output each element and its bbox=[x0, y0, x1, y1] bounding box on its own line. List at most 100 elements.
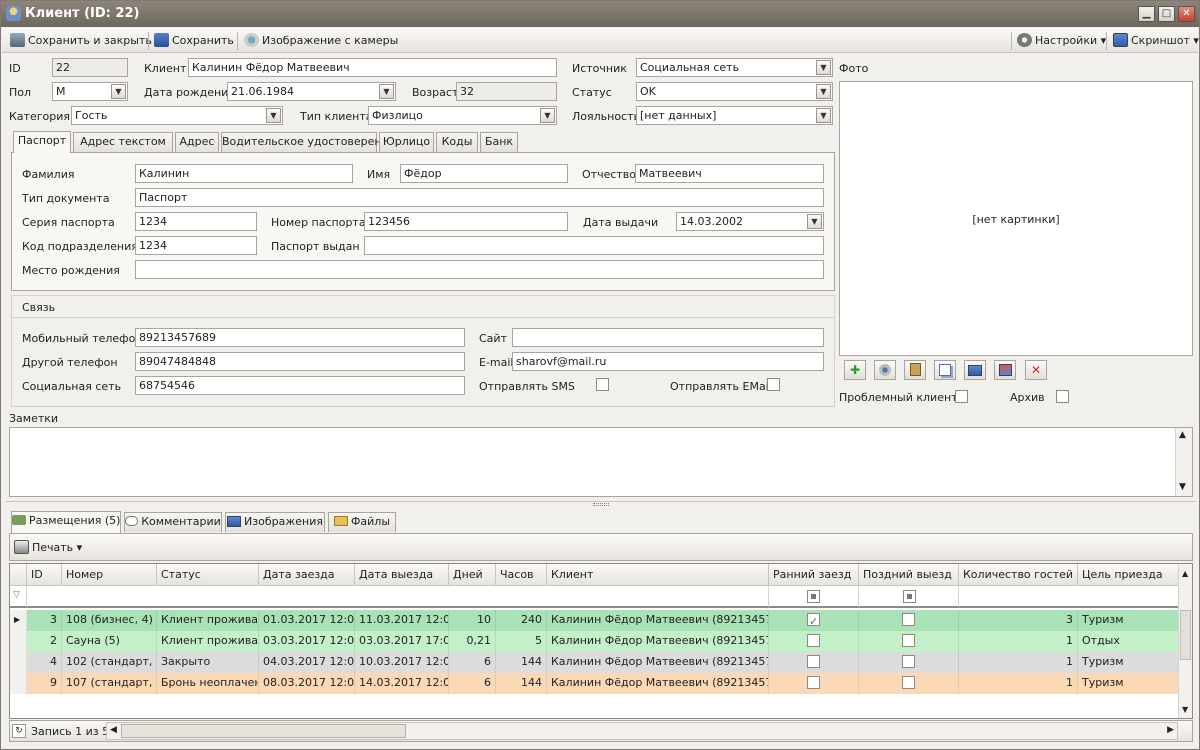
splitter-handle[interactable] bbox=[593, 503, 609, 506]
window-capture-button[interactable] bbox=[994, 360, 1016, 380]
cell-late[interactable] bbox=[859, 610, 959, 631]
surname-field[interactable]: Калинин bbox=[135, 164, 353, 183]
email-field[interactable]: sharovf@mail.ru bbox=[512, 352, 824, 371]
scroll-up-icon[interactable]: ▲ bbox=[1182, 569, 1188, 578]
tab-files[interactable]: Файлы bbox=[328, 512, 396, 532]
send-sms-checkbox[interactable] bbox=[596, 378, 609, 391]
tab-address[interactable]: Адрес bbox=[175, 132, 219, 152]
scroll-thumb[interactable] bbox=[1180, 610, 1191, 660]
problem-client-checkbox[interactable] bbox=[955, 390, 968, 403]
table-row[interactable]: 2Сауна (5)Клиент проживает03.03.2017 12:… bbox=[10, 631, 1180, 652]
cell-late[interactable] bbox=[859, 652, 959, 673]
screenshot-photo-button[interactable] bbox=[964, 360, 986, 380]
filter-cells[interactable] bbox=[27, 586, 769, 608]
tab-drivers-license[interactable]: Водительское удостоверение bbox=[221, 132, 396, 152]
scroll-right-icon[interactable]: ▶ bbox=[1167, 725, 1174, 735]
notes-textarea[interactable]: ▲ ▼ bbox=[9, 427, 1193, 497]
row-indicator[interactable] bbox=[10, 631, 27, 652]
copy-photo-button[interactable] bbox=[934, 360, 956, 380]
close-button[interactable]: ✕ bbox=[1178, 6, 1195, 22]
status-select[interactable]: OK ▼ bbox=[636, 82, 833, 101]
scroll-down-icon[interactable]: ▼ bbox=[1182, 705, 1188, 714]
scroll-up-icon[interactable]: ▲ bbox=[1179, 430, 1186, 440]
category-select[interactable]: Гость ▼ bbox=[71, 106, 283, 125]
col-header-early[interactable]: Ранний заезд bbox=[769, 564, 859, 586]
refresh-icon[interactable]: ↻ bbox=[12, 724, 26, 738]
birthdate-field[interactable]: 21.06.1984 ▼ bbox=[227, 82, 396, 101]
chevron-down-icon[interactable]: ▼ bbox=[379, 84, 394, 99]
name-field[interactable]: Фёдор bbox=[400, 164, 568, 183]
save-close-button[interactable]: Сохранить и закрыть bbox=[10, 32, 152, 49]
scroll-left-icon[interactable]: ◀ bbox=[110, 725, 117, 735]
cell-early[interactable] bbox=[769, 652, 859, 673]
other-phone-field[interactable]: 89047484848 bbox=[135, 352, 465, 371]
col-header-hours[interactable]: Часов bbox=[496, 564, 547, 586]
site-field[interactable] bbox=[512, 328, 824, 347]
cell-early[interactable] bbox=[769, 610, 859, 631]
camera-photo-button[interactable] bbox=[874, 360, 896, 380]
table-row[interactable]: 4102 (стандарт, 1)Закрыто04.03.2017 12:0… bbox=[10, 652, 1180, 673]
cell-late-checkbox[interactable] bbox=[902, 655, 915, 668]
row-indicator[interactable] bbox=[10, 673, 27, 694]
chevron-down-icon[interactable]: ▼ bbox=[816, 108, 831, 123]
add-photo-button[interactable]: ✚ bbox=[844, 360, 866, 380]
filter-early-checkbox[interactable] bbox=[807, 590, 820, 603]
age-field[interactable]: 32 bbox=[456, 82, 557, 101]
notes-scrollbar[interactable]: ▲ ▼ bbox=[1175, 428, 1192, 496]
chevron-down-icon[interactable]: ▼ bbox=[266, 108, 281, 123]
col-header-client[interactable]: Клиент bbox=[547, 564, 769, 586]
birthplace-field[interactable] bbox=[135, 260, 824, 279]
tab-images[interactable]: Изображения bbox=[225, 512, 325, 532]
paste-photo-button[interactable] bbox=[904, 360, 926, 380]
col-header-guests[interactable]: Количество гостей bbox=[959, 564, 1078, 586]
series-field[interactable]: 1234 bbox=[135, 212, 257, 231]
issue-date-field[interactable]: 14.03.2002 ▼ bbox=[676, 212, 824, 231]
filter-late-checkbox[interactable] bbox=[903, 590, 916, 603]
chevron-down-icon[interactable]: ▼ bbox=[111, 84, 126, 99]
cell-late-checkbox[interactable] bbox=[902, 634, 915, 647]
col-header-room[interactable]: Номер bbox=[62, 564, 157, 586]
tab-address-text[interactable]: Адрес текстом bbox=[73, 132, 173, 152]
col-header-checkout[interactable]: Дата выезда bbox=[355, 564, 449, 586]
print-button[interactable]: Печать ▾ bbox=[14, 539, 82, 556]
col-header-status[interactable]: Статус bbox=[157, 564, 259, 586]
col-header-late[interactable]: Поздний выезд bbox=[859, 564, 959, 586]
hscroll-thumb[interactable] bbox=[121, 724, 406, 738]
tab-placements[interactable]: Размещения (5) bbox=[11, 511, 121, 533]
photo-box[interactable]: [нет картинки] bbox=[839, 81, 1193, 356]
number-field[interactable]: 123456 bbox=[364, 212, 568, 231]
title-bar[interactable]: Клиент (ID: 22) ▁ □ ✕ bbox=[1, 1, 1199, 27]
mobile-field[interactable]: 89213457689 bbox=[135, 328, 465, 347]
loyalty-select[interactable]: [нет данных] ▼ bbox=[636, 106, 833, 125]
doctype-field[interactable]: Паспорт bbox=[135, 188, 824, 207]
patronymic-field[interactable]: Матвеевич bbox=[635, 164, 824, 183]
tab-codes[interactable]: Коды bbox=[436, 132, 478, 152]
tab-passport[interactable]: Паспорт bbox=[13, 131, 71, 153]
scroll-down-icon[interactable]: ▼ bbox=[1179, 482, 1186, 492]
cell-early-checkbox[interactable] bbox=[807, 676, 820, 689]
cell-early[interactable] bbox=[769, 631, 859, 652]
cell-late-checkbox[interactable] bbox=[902, 676, 915, 689]
grid-vertical-scrollbar[interactable]: ▲ ▼ bbox=[1178, 564, 1192, 718]
col-header-purpose[interactable]: Цель приезда bbox=[1078, 564, 1180, 586]
tab-legal-entity[interactable]: Юрлицо bbox=[379, 132, 434, 152]
cell-late[interactable] bbox=[859, 631, 959, 652]
screenshot-button[interactable]: Скриншот ▾ bbox=[1113, 32, 1199, 49]
cell-late-checkbox[interactable] bbox=[902, 613, 915, 626]
tab-comments[interactable]: Комментарии bbox=[124, 512, 222, 532]
horizontal-scrollbar[interactable]: ◀ ▶ bbox=[106, 722, 1178, 740]
id-field[interactable]: 22 bbox=[52, 58, 128, 77]
client-type-select[interactable]: Физлицо ▼ bbox=[368, 106, 557, 125]
chevron-down-icon[interactable]: ▼ bbox=[816, 60, 831, 75]
camera-image-button[interactable]: Изображение с камеры bbox=[244, 32, 398, 49]
cell-early-checkbox[interactable] bbox=[807, 634, 820, 647]
tab-bank[interactable]: Банк bbox=[480, 132, 518, 152]
cell-early-checkbox[interactable] bbox=[807, 655, 820, 668]
table-row[interactable]: ▶3108 (бизнес, 4)Клиент проживает01.03.2… bbox=[10, 610, 1180, 631]
table-row[interactable]: 9107 (стандарт, 2)Бронь неоплачена08.03.… bbox=[10, 673, 1180, 694]
delete-photo-button[interactable]: ✕ bbox=[1025, 360, 1047, 380]
cell-late[interactable] bbox=[859, 673, 959, 694]
col-header-id[interactable]: ID bbox=[27, 564, 62, 586]
row-indicator[interactable] bbox=[10, 652, 27, 673]
chevron-down-icon[interactable]: ▼ bbox=[807, 214, 822, 229]
